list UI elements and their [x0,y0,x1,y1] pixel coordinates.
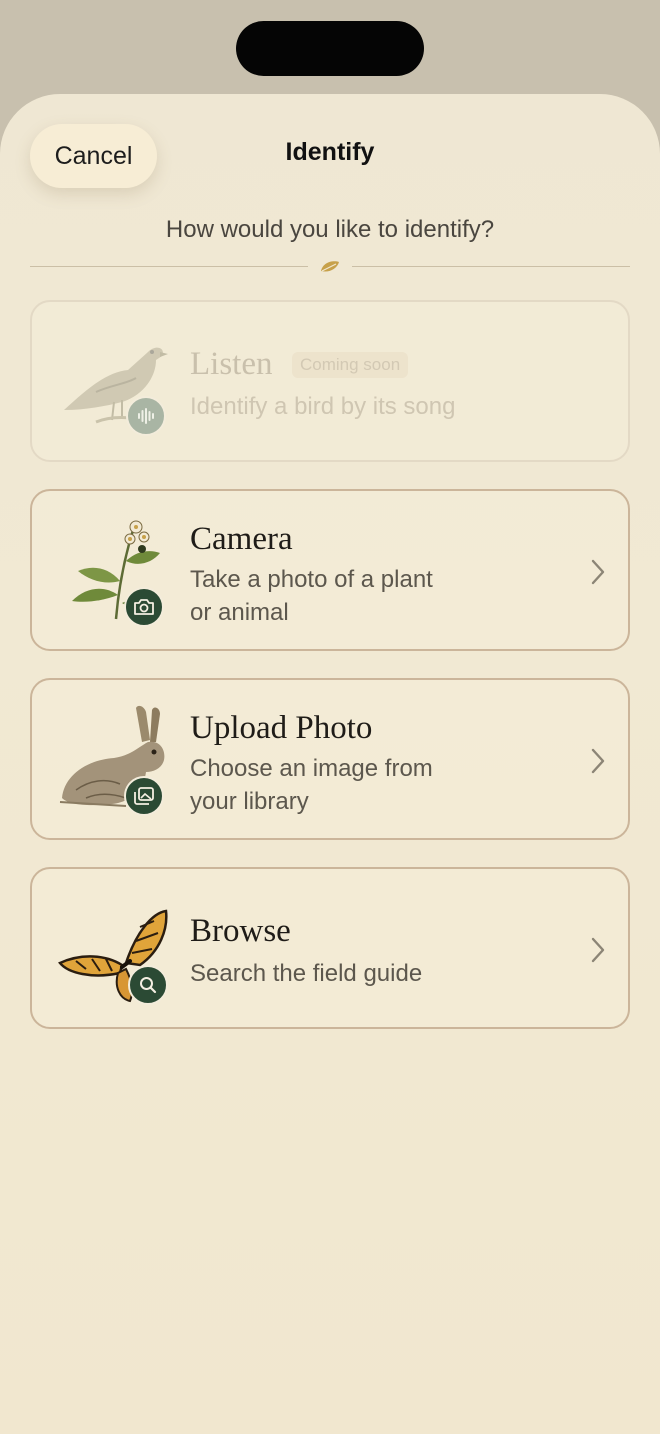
dynamic-island [236,21,424,76]
upload-photo-option[interactable]: Upload Photo Choose an image from your l… [30,678,630,840]
upload-photo-description-line2: your library [190,788,309,815]
upload-photo-title: Upload Photo [190,710,373,746]
chevron-right-icon [591,559,605,585]
listen-option: Listen Coming soon Identify a bird by it… [30,300,630,462]
browse-title: Browse [190,913,291,949]
upload-photo-description-line1: Choose an image from [190,755,433,782]
divider-left [30,266,308,267]
listen-description: Identify a bird by its song [190,393,456,420]
waveform-icon [126,396,166,436]
chevron-right-icon [591,937,605,963]
camera-option[interactable]: Camera Take a photo of a plant or animal [30,489,630,651]
chevron-right-icon [591,748,605,774]
browse-description: Search the field guide [190,960,423,987]
camera-title: Camera [190,521,293,557]
search-icon [128,965,168,1005]
page-subtitle: How would you like to identify? [165,216,495,243]
browse-option[interactable]: Browse Search the field guide [30,867,630,1029]
camera-description-line1: Take a photo of a plant [190,566,433,593]
leaf-icon [321,261,339,272]
photo-library-icon [124,776,164,816]
camera-description-line2: or animal [190,599,289,626]
coming-soon-badge: Coming soon [292,352,409,378]
divider-right [352,266,630,267]
page-title: Identify [285,138,375,166]
listen-title: Listen [190,346,273,382]
cancel-button[interactable]: Cancel [30,124,157,188]
camera-icon [124,587,164,627]
